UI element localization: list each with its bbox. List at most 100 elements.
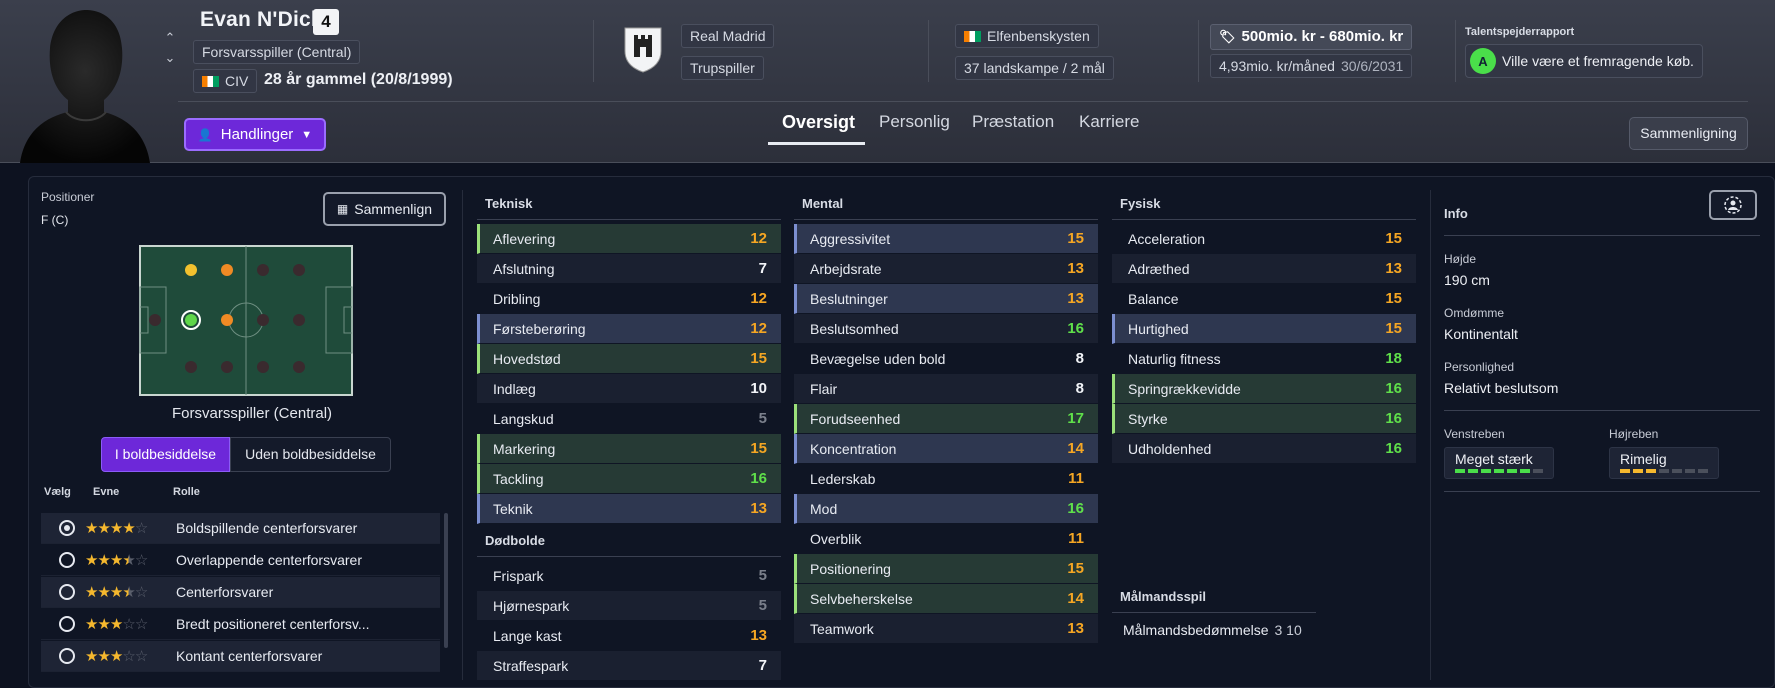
tab-overview[interactable]: Oversigt (782, 112, 855, 133)
attribute-row[interactable]: Adræthed 13 (1112, 254, 1416, 284)
role-star-rating: ★★★★☆ (85, 519, 172, 537)
attribute-row[interactable]: Hjørnespark 5 (477, 591, 781, 621)
attribute-row[interactable]: Frispark 5 (477, 561, 781, 591)
role-row[interactable]: ★★★★☆ Centerforsvarer (41, 577, 440, 608)
attribute-row[interactable]: Hurtighed 15 (1112, 314, 1416, 344)
right-foot-meter (1620, 469, 1708, 473)
role-radio[interactable] (59, 584, 75, 600)
attribute-row[interactable]: Førsteberøring 12 (477, 314, 781, 344)
attribute-value: 15 (1385, 230, 1402, 247)
compare-button[interactable]: Sammenligning (1629, 117, 1748, 150)
attribute-row[interactable]: Naturlig fitness 18 (1112, 344, 1416, 374)
attribute-row[interactable]: Styrke 16 (1112, 404, 1416, 434)
star-icon: ★ (122, 584, 135, 601)
attribute-row[interactable]: Positionering 15 (794, 554, 1098, 584)
attribute-row[interactable]: Hovedstød 15 (477, 344, 781, 374)
role-star-rating: ★★★★☆ (85, 583, 172, 601)
prev-player-chevron-up-icon[interactable]: ⌃ (162, 30, 178, 46)
out-of-possession-toggle[interactable]: Uden boldbesiddelse (230, 437, 391, 472)
attribute-row[interactable]: Overblik 11 (794, 524, 1098, 554)
role-radio[interactable] (59, 552, 75, 568)
star-icon: ★ (97, 648, 110, 665)
attribute-row[interactable]: Beslutsomhed 16 (794, 314, 1098, 344)
attribute-name: Tackling (493, 470, 544, 487)
personality-value: Relativt beslutsom (1444, 380, 1559, 396)
tab-performance[interactable]: Præstation (972, 112, 1054, 132)
attribute-value: 16 (1385, 410, 1402, 427)
attribute-row[interactable]: Lange kast 13 (477, 621, 781, 651)
role-row[interactable]: ★★★☆☆ Bredt positioneret centerforsv... (41, 609, 440, 640)
attribute-name: Lederskab (810, 470, 876, 487)
attribute-row[interactable]: Langskud 5 (477, 404, 781, 434)
attribute-name: Positionering (810, 560, 891, 577)
attribute-row[interactable]: Teknik 13 (477, 494, 781, 524)
attribute-row[interactable]: Indlæg 10 (477, 374, 781, 404)
next-player-chevron-down-icon[interactable]: ⌄ (162, 50, 178, 66)
attribute-row[interactable]: Acceleration 15 (1112, 224, 1416, 254)
attribute-row[interactable]: Arbejdsrate 13 (794, 254, 1098, 284)
star-icon: ☆ (134, 648, 148, 665)
attribute-row[interactable]: Koncentration 14 (794, 434, 1098, 464)
attribute-name: Teamwork (810, 620, 874, 637)
attribute-row[interactable]: Teamwork 13 (794, 614, 1098, 644)
attribute-row[interactable]: Bevægelse uden bold 8 (794, 344, 1098, 374)
attribute-row[interactable]: Udholdenhed 16 (1112, 434, 1416, 464)
scout-grade-badge: A (1470, 48, 1496, 74)
role-row[interactable]: ★★★★☆ Overlappende centerforsvarer (41, 545, 440, 576)
left-foot-label: Venstreben (1444, 427, 1505, 441)
attribute-name: Hjørnespark (493, 597, 570, 614)
attribute-value: 13 (1067, 290, 1084, 307)
attribute-row[interactable]: Mod 16 (794, 494, 1098, 524)
club-crest-icon (624, 27, 662, 73)
club-name[interactable]: Real Madrid (681, 24, 775, 48)
attribute-row[interactable]: Beslutninger 13 (794, 284, 1098, 314)
actions-button[interactable]: 👤 Handlinger ▼ (184, 118, 326, 151)
role-row[interactable]: ★★★☆☆ Kontant centerforsvarer (41, 641, 440, 672)
active-tab-indicator (768, 142, 865, 145)
role-radio[interactable] (59, 520, 75, 536)
attribute-row[interactable]: Balance 15 (1112, 284, 1416, 314)
mental-title: Mental (802, 196, 844, 211)
scout-report[interactable]: A Ville være et fremragende køb. (1465, 44, 1703, 78)
attribute-row[interactable]: Forudseenhed 17 (794, 404, 1098, 434)
in-possession-toggle[interactable]: I boldbesiddelse (101, 437, 230, 472)
attribute-row[interactable]: Flair 8 (794, 374, 1098, 404)
attribute-value: 11 (1068, 530, 1084, 547)
setpieces-divider (477, 556, 781, 557)
personality-icon-button[interactable] (1709, 190, 1757, 220)
attribute-row[interactable]: Afslutning 7 (477, 254, 781, 284)
role-radio[interactable] (59, 648, 75, 664)
role-list-scrollbar[interactable] (444, 513, 448, 648)
attribute-row[interactable]: Straffespark 7 (477, 651, 781, 681)
attribute-row[interactable]: Lederskab 11 (794, 464, 1098, 494)
star-icon: ★ (109, 552, 123, 569)
attribute-row[interactable]: Dribling 12 (477, 284, 781, 314)
attribute-row[interactable]: Aflevering 12 (477, 224, 781, 254)
attribute-row[interactable]: Springrækkevidde 16 (1112, 374, 1416, 404)
tab-career[interactable]: Karriere (1079, 112, 1139, 132)
attribute-row[interactable]: Aggressivitet 15 (794, 224, 1098, 254)
star-icon: ☆ (134, 584, 148, 601)
role-radio[interactable] (59, 616, 75, 632)
attribute-row[interactable]: Markering 15 (477, 434, 781, 464)
attribute-row[interactable]: Tackling 16 (477, 464, 781, 494)
country-chip[interactable]: Elfenbenskysten (955, 24, 1099, 48)
role-row[interactable]: ★★★★☆ Boldspillende centerforsvarer (41, 513, 440, 544)
star-icon: ★ (97, 552, 110, 569)
compare-positions-button[interactable]: ▦ Sammenlign (323, 192, 446, 226)
attribute-name: Lange kast (493, 627, 562, 644)
right-foot-box: Rimelig (1609, 447, 1719, 479)
info-title: Info (1444, 206, 1468, 221)
height-value: 190 cm (1444, 272, 1490, 288)
position-pitch[interactable] (139, 245, 353, 396)
attribute-value: 12 (750, 320, 767, 337)
attribute-row[interactable]: Selvbeherskelse 14 (794, 584, 1098, 614)
attribute-name: Koncentration (810, 440, 897, 457)
attribute-value: 16 (1067, 500, 1084, 517)
tab-personal[interactable]: Personlig (879, 112, 950, 132)
meter-segment (1533, 469, 1543, 473)
star-icon: ★ (109, 616, 123, 633)
scout-text: Ville være et fremragende køb. (1502, 53, 1694, 69)
goalkeeping-rating-value: 3 10 (1274, 622, 1302, 638)
ivory-coast-flag-icon (964, 30, 981, 42)
